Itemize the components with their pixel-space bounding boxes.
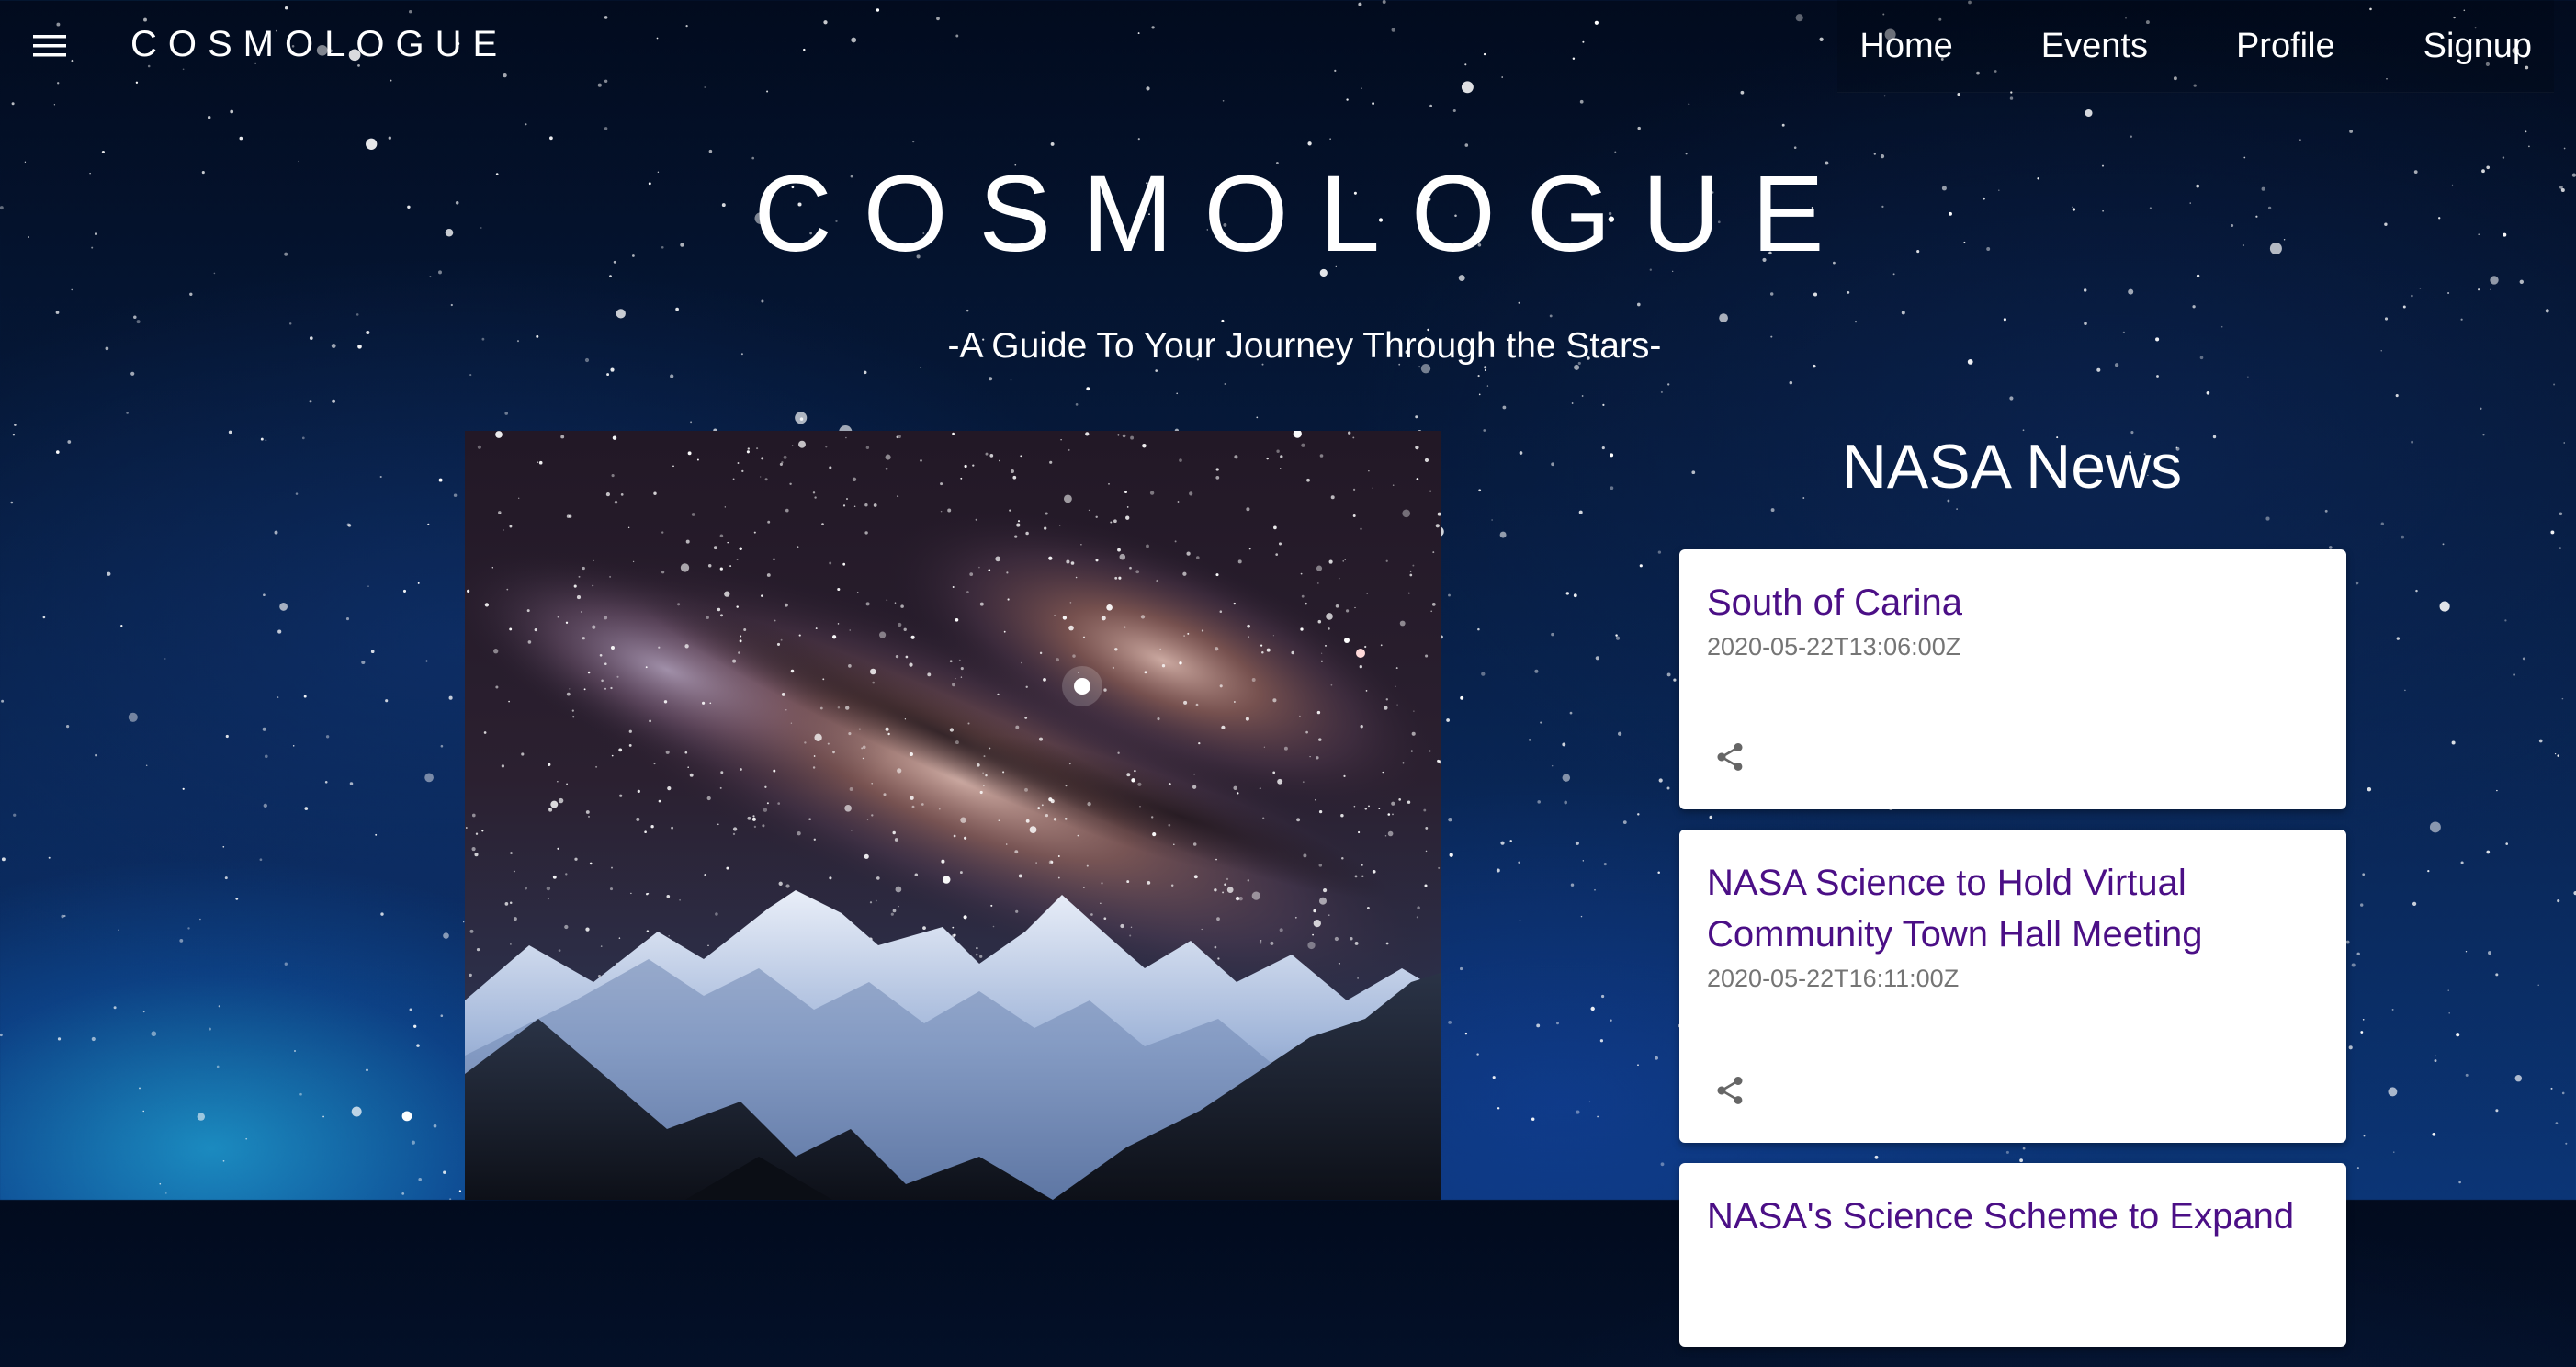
news-title[interactable]: South of Carina xyxy=(1707,577,2319,628)
news-date: 2020-05-22T13:06:00Z xyxy=(1707,633,1961,661)
milky-way-mountains-image xyxy=(465,431,1441,1200)
top-app-bar: COSMOLOGUE Home Events Profile Signup xyxy=(0,0,2576,93)
menu-button[interactable] xyxy=(17,20,83,72)
news-card: NASA's Science Scheme to Expand xyxy=(1679,1163,2346,1347)
share-button[interactable] xyxy=(1707,1068,1753,1113)
news-card: South of Carina 2020-05-22T13:06:00Z xyxy=(1679,549,2346,809)
news-title[interactable]: NASA Science to Hold Virtual Community T… xyxy=(1707,857,2319,960)
news-list: South of Carina 2020-05-22T13:06:00Z NAS… xyxy=(1679,549,2346,1367)
share-button[interactable] xyxy=(1707,734,1753,780)
share-icon xyxy=(1717,1077,1743,1104)
nav-signup[interactable]: Signup xyxy=(2423,24,2532,68)
page-title: COSMOLOGUE xyxy=(753,153,1856,275)
news-title[interactable]: NASA's Science Scheme to Expand xyxy=(1707,1191,2319,1242)
nav-home[interactable]: Home xyxy=(1859,24,1952,68)
nav-events[interactable]: Events xyxy=(2041,24,2148,68)
news-card: NASA Science to Hold Virtual Community T… xyxy=(1679,830,2346,1143)
share-icon xyxy=(1717,743,1743,771)
nav-profile[interactable]: Profile xyxy=(2236,24,2335,68)
app-brand[interactable]: COSMOLOGUE xyxy=(130,22,508,66)
menu-icon xyxy=(33,35,66,57)
page-subtitle: -A Guide To Your Journey Through the Sta… xyxy=(947,326,1662,366)
news-heading: NASA News xyxy=(1841,432,2183,502)
main-nav: Home Events Profile Signup xyxy=(1837,0,2554,93)
hero-image xyxy=(465,431,1441,1200)
news-date: 2020-05-22T16:11:00Z xyxy=(1707,965,1960,992)
